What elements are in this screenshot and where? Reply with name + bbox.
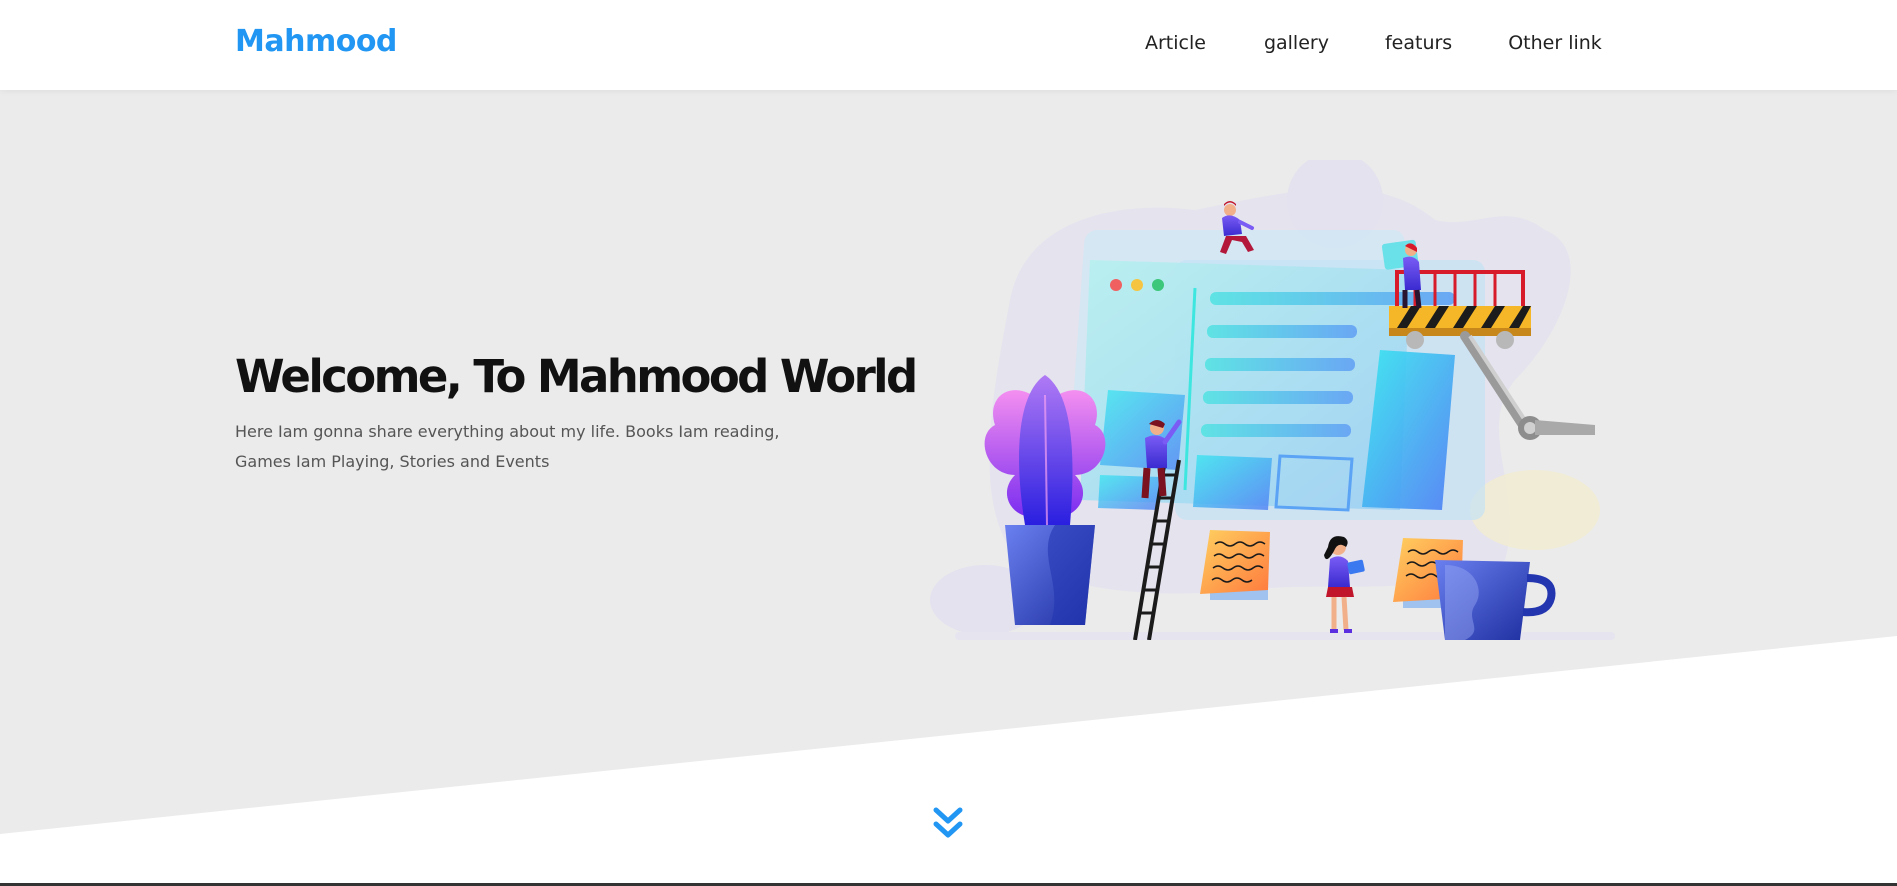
double-chevron-down-icon[interactable]: [930, 805, 966, 845]
nav-link-gallery[interactable]: gallery: [1264, 32, 1329, 54]
site-header: Mahmood Article gallery featurs Other li…: [0, 0, 1897, 90]
nav-link-features[interactable]: featurs: [1385, 32, 1452, 54]
hero-title: Welcome, To Mahmood World: [235, 350, 918, 403]
logo[interactable]: Mahmood: [235, 24, 397, 59]
nav-link-other[interactable]: Other link: [1508, 32, 1602, 54]
main-nav: Article gallery featurs Other link: [1145, 32, 1602, 54]
hero-subtitle: Here Iam gonna share everything about my…: [235, 422, 780, 471]
hero-illustration: [930, 160, 1615, 640]
nav-link-article[interactable]: Article: [1145, 32, 1206, 54]
